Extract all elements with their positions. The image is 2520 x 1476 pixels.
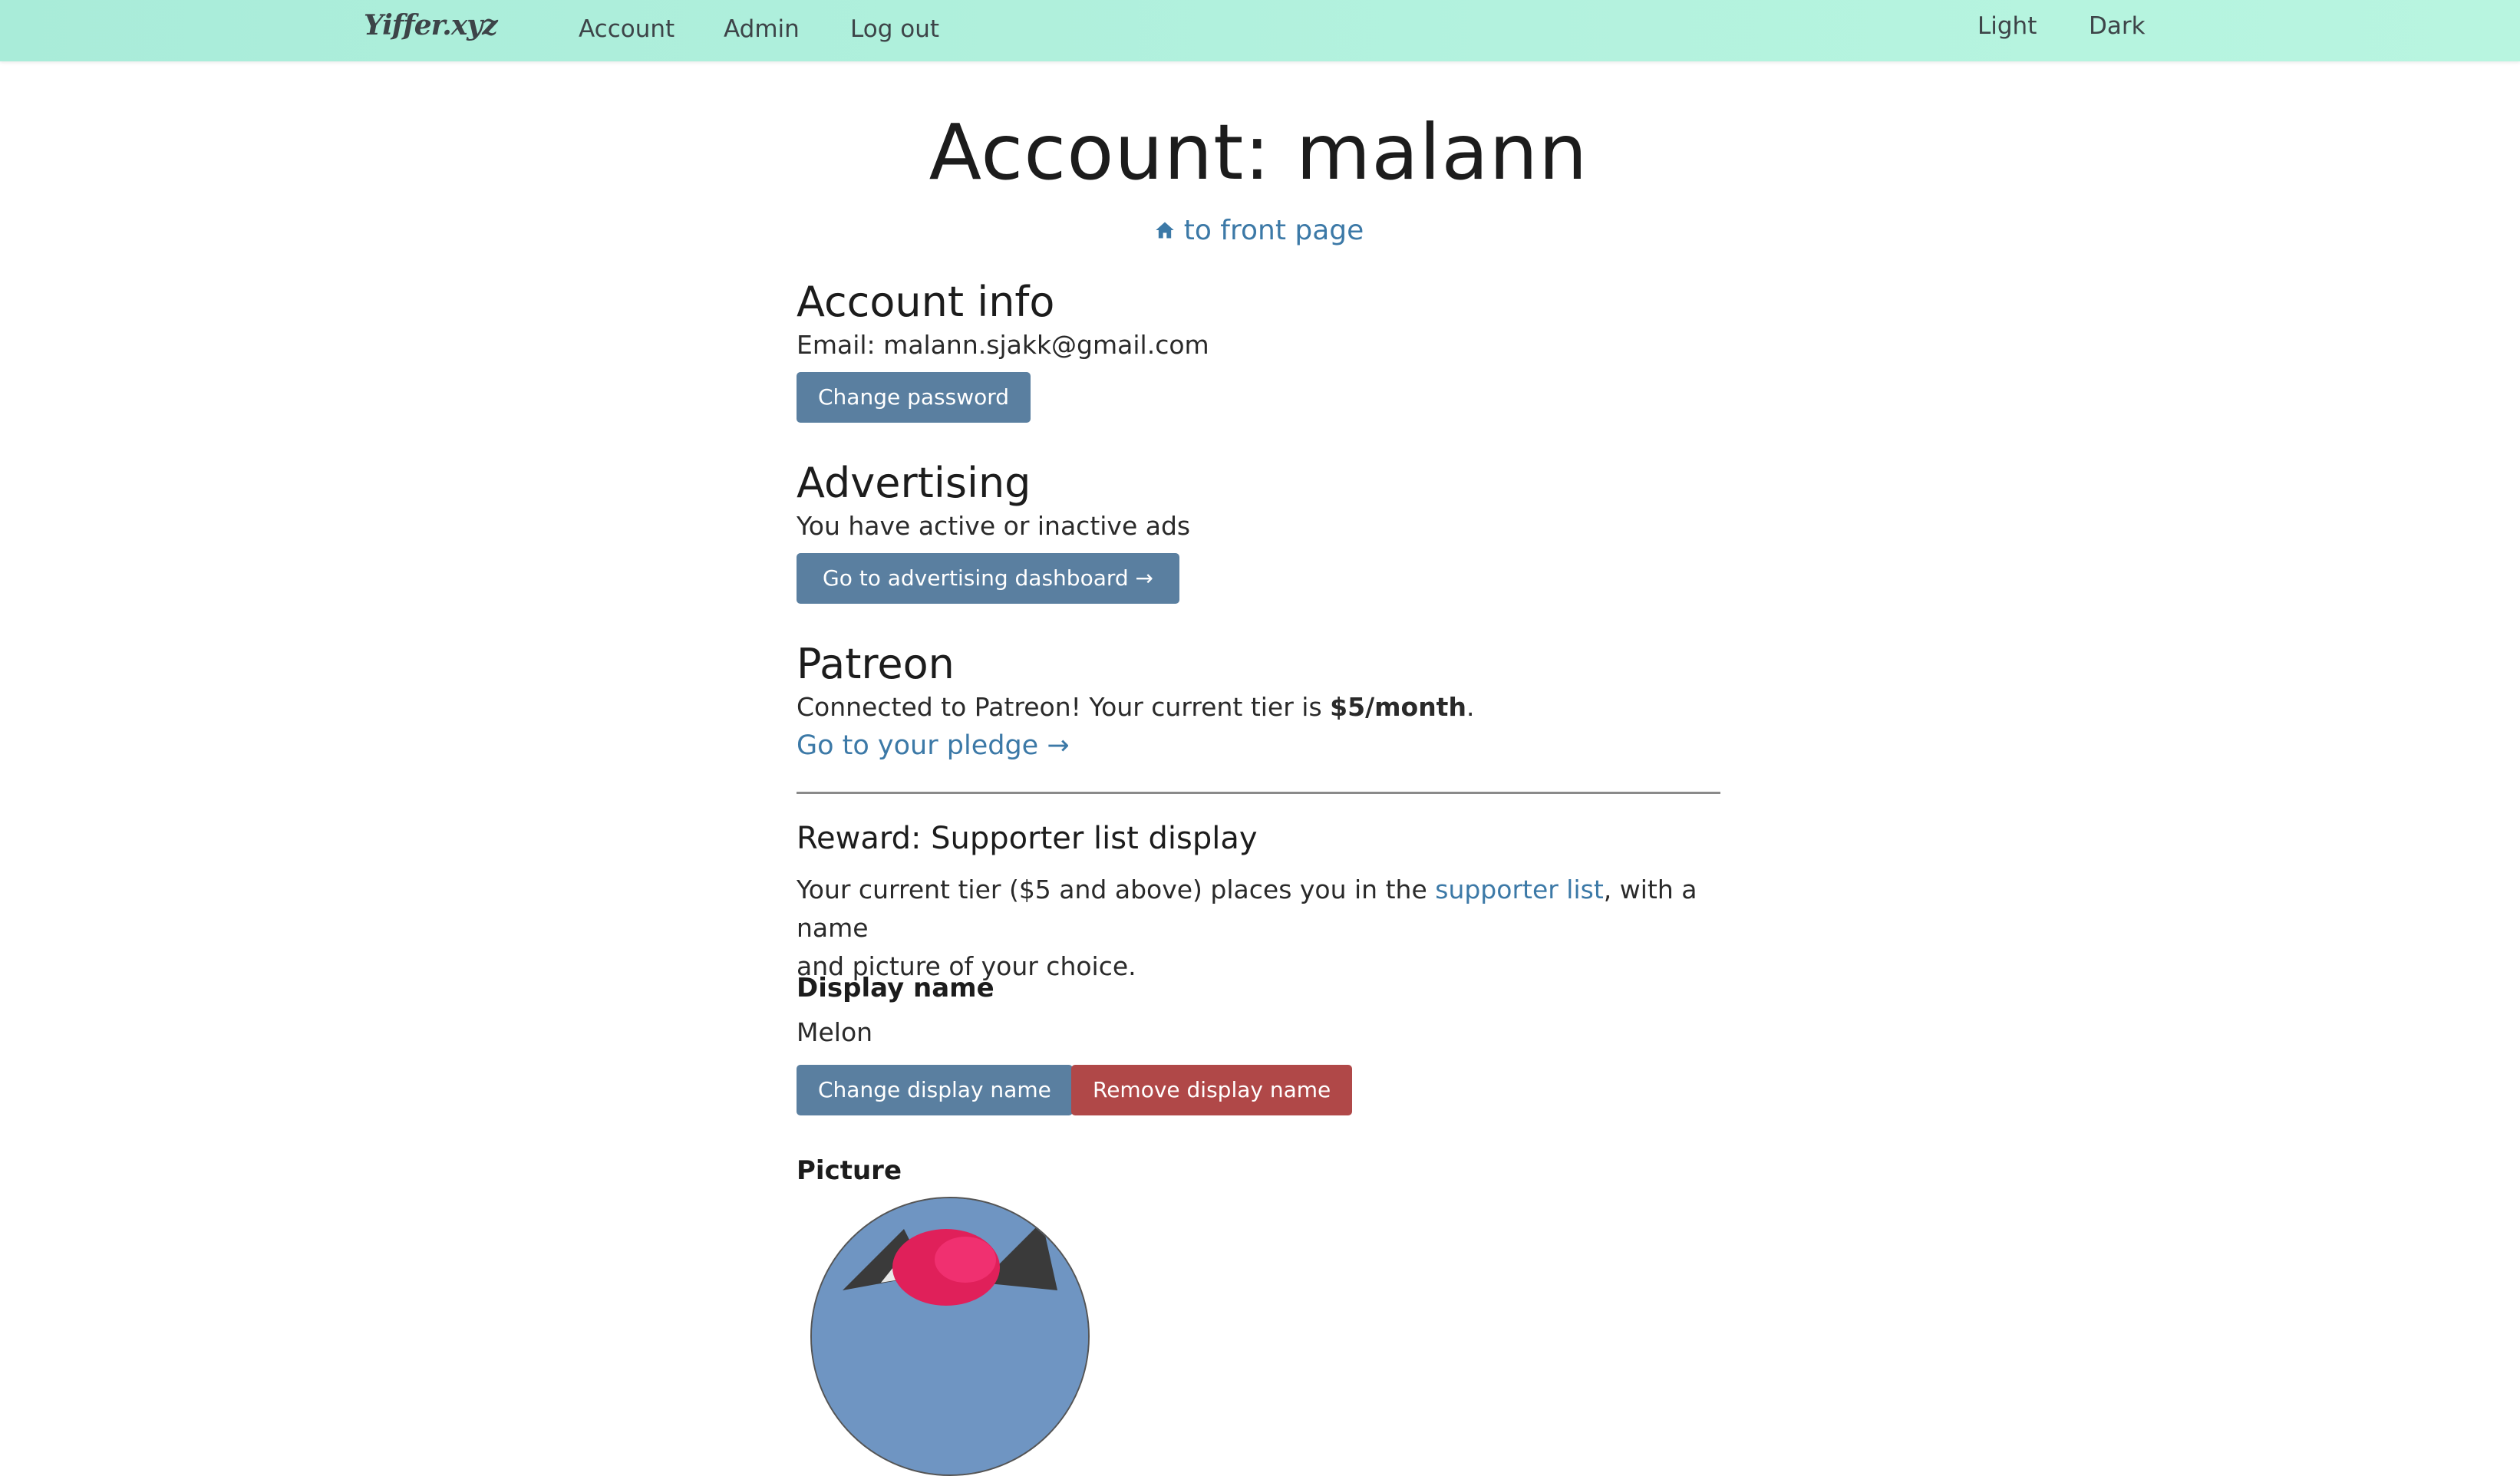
- change-display-name-button[interactable]: Change display name: [797, 1065, 1073, 1115]
- advertising-dashboard-button[interactable]: Go to advertising dashboard →: [797, 553, 1180, 604]
- home-icon: [1156, 222, 1174, 239]
- top-navbar: Yiffer.xyz Account Admin Log out Light D…: [0, 0, 2520, 61]
- supporter-list-link[interactable]: supporter list: [1435, 875, 1604, 904]
- section-divider: [797, 792, 1720, 794]
- front-page-link-label: to front page: [1183, 215, 1364, 246]
- reward-description: Your current tier ($5 and above) places …: [797, 875, 1697, 981]
- remove-display-name-button[interactable]: Remove display name: [1071, 1065, 1353, 1115]
- email-value: malann.sjakk@gmail.com: [883, 330, 1209, 360]
- supporter-picture-image: [812, 1198, 1088, 1474]
- patreon-status-text: Connected to Patreon! Your current tier …: [797, 692, 1475, 722]
- picture-heading: Picture: [797, 1155, 902, 1186]
- display-name-heading: Display name: [797, 973, 994, 1003]
- theme-light-button[interactable]: Light: [1977, 12, 2037, 40]
- supporter-picture[interactable]: [810, 1197, 1090, 1476]
- theme-dark-button[interactable]: Dark: [2089, 12, 2146, 40]
- page-title: Account: malann: [929, 107, 1588, 197]
- front-page-link[interactable]: to front page: [797, 215, 1720, 246]
- email-text: Email: malann.sjakk@gmail.com: [797, 330, 1209, 360]
- change-password-button[interactable]: Change password: [797, 372, 1031, 423]
- advertising-heading: Advertising: [797, 459, 1031, 507]
- pledge-link[interactable]: Go to your pledge →: [797, 730, 1070, 761]
- advertising-status-text: You have active or inactive ads: [797, 511, 1191, 541]
- reward-heading: Reward: Supporter list display: [797, 821, 1258, 856]
- nav-admin-link[interactable]: Admin: [724, 15, 800, 43]
- account-info-heading: Account info: [797, 278, 1055, 326]
- display-name-value: Melon: [797, 1017, 873, 1047]
- patreon-heading: Patreon: [797, 640, 955, 688]
- nav-logout-link[interactable]: Log out: [850, 15, 939, 43]
- nav-account-link[interactable]: Account: [579, 15, 675, 43]
- patreon-tier: $5/month: [1330, 692, 1466, 722]
- site-logo[interactable]: Yiffer.xyz: [364, 9, 498, 41]
